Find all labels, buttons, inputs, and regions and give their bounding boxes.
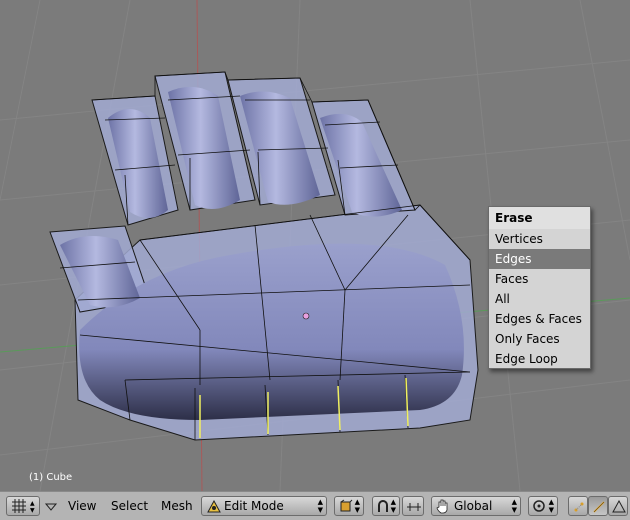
collapse-triangle-icon[interactable]	[45, 502, 57, 512]
pivot-button[interactable]: ▲ ▼	[528, 496, 558, 516]
object-label: (1) Cube	[29, 472, 73, 483]
vertex-select-icon	[574, 502, 584, 512]
mode-selector-value: Edit Mode	[224, 499, 284, 513]
edit-mode-icon	[207, 500, 221, 513]
viewport-header: ▲ ▼ View Select Mesh Edit Mode ▲ ▼ ▲ ▼ ▲ ▼	[0, 491, 630, 520]
viewport-type-icon: ▲▼	[12, 499, 35, 514]
erase-menu-item-edges[interactable]: Edges	[489, 249, 590, 269]
vertex-select-button[interactable]	[568, 496, 588, 516]
erase-menu-item-edge-loop[interactable]: Edge Loop	[489, 349, 590, 369]
orientation-selector[interactable]: Global ▲ ▼	[431, 496, 521, 516]
erase-menu-item-all[interactable]: All	[489, 289, 590, 309]
svg-text:▲: ▲	[30, 500, 35, 507]
mode-selector[interactable]: Edit Mode ▲ ▼	[201, 496, 327, 516]
edge-select-button[interactable]	[588, 496, 608, 516]
erase-menu-item-edges-faces[interactable]: Edges & Faces	[489, 309, 590, 329]
erase-menu-title: Erase	[489, 207, 590, 229]
hand-icon	[436, 499, 448, 514]
erase-menu-item-vertices[interactable]: Vertices	[489, 229, 590, 249]
erase-menu-item-only-faces[interactable]: Only Faces	[489, 329, 590, 349]
proportional-edit-button[interactable]	[402, 496, 424, 516]
face-select-icon	[612, 500, 626, 513]
snap-arrows-icon: ▲ ▼	[390, 498, 396, 514]
pivot-arrows-icon: ▲ ▼	[548, 498, 554, 514]
erase-menu: Erase Vertices Edges Faces All Edges & F…	[488, 206, 591, 369]
snap-button[interactable]: ▲ ▼	[372, 496, 400, 516]
draw-type-arrows-icon: ▲ ▼	[354, 498, 360, 514]
snap-magnet-icon	[378, 500, 388, 512]
select-menu[interactable]: Select	[111, 499, 148, 513]
orientation-arrows-icon: ▲ ▼	[511, 498, 517, 514]
viewport-type-button[interactable]: ▲ ▼	[6, 496, 40, 516]
orientation-selector-value: Global	[454, 499, 493, 513]
mode-selector-arrows-icon: ▲ ▼	[317, 498, 323, 514]
draw-type-button[interactable]: ▲ ▼	[334, 496, 364, 516]
draw-type-icon	[340, 499, 353, 512]
hand-mesh[interactable]	[49, 71, 479, 441]
edge-select-icon	[593, 501, 605, 513]
svg-text:▼: ▼	[30, 507, 35, 514]
pivot-icon	[533, 500, 545, 512]
mesh-menu[interactable]: Mesh	[161, 499, 193, 513]
erase-menu-item-faces[interactable]: Faces	[489, 269, 590, 289]
manipulator-icon	[407, 503, 421, 511]
face-select-button[interactable]	[608, 496, 628, 516]
view-menu[interactable]: View	[68, 499, 96, 513]
object-center-dot	[302, 312, 310, 320]
